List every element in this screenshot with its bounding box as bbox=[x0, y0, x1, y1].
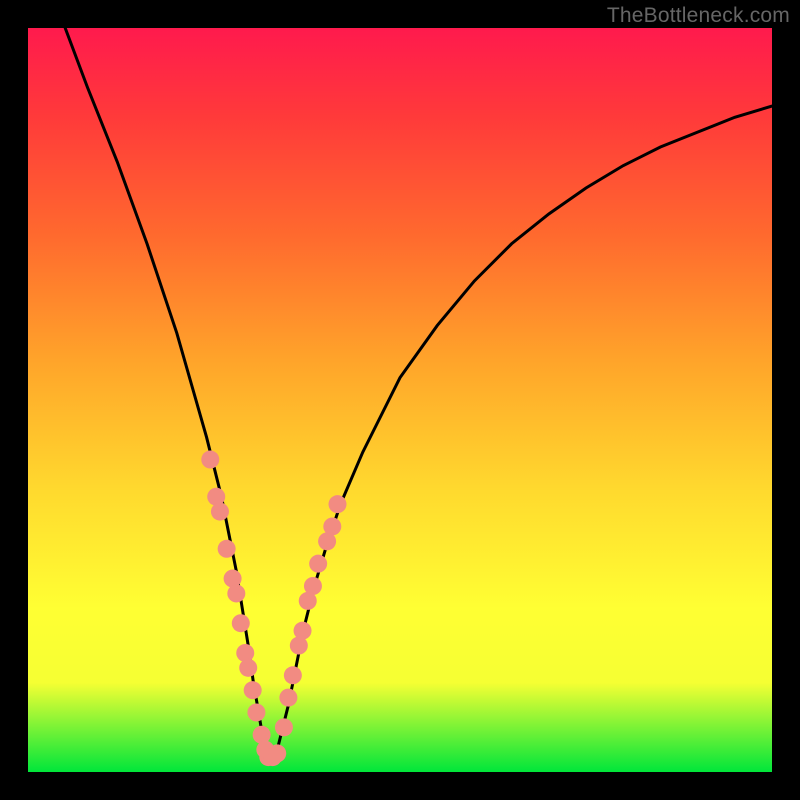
marker-dot bbox=[284, 666, 302, 684]
marker-dot bbox=[232, 614, 250, 632]
marker-dot bbox=[211, 503, 229, 521]
marker-dot bbox=[201, 451, 219, 469]
marker-dot bbox=[247, 703, 265, 721]
marker-dot bbox=[227, 584, 245, 602]
marker-dot bbox=[323, 517, 341, 535]
chart-container: TheBottleneck.com bbox=[0, 0, 800, 800]
marker-dot bbox=[275, 718, 293, 736]
bottleneck-curve bbox=[65, 28, 772, 757]
curve-path bbox=[65, 28, 772, 757]
marker-dot bbox=[294, 622, 312, 640]
marker-dot bbox=[268, 744, 286, 762]
plot-svg bbox=[28, 28, 772, 772]
marker-dot bbox=[309, 555, 327, 573]
marker-dot bbox=[304, 577, 322, 595]
marker-dot bbox=[279, 689, 297, 707]
marker-dot bbox=[329, 495, 347, 513]
watermark-text: TheBottleneck.com bbox=[607, 4, 790, 28]
marker-dot bbox=[244, 681, 262, 699]
marker-dot bbox=[218, 540, 236, 558]
plot-area bbox=[28, 28, 772, 772]
marker-dot bbox=[239, 659, 257, 677]
marker-dot bbox=[236, 644, 254, 662]
sample-markers bbox=[201, 451, 346, 767]
